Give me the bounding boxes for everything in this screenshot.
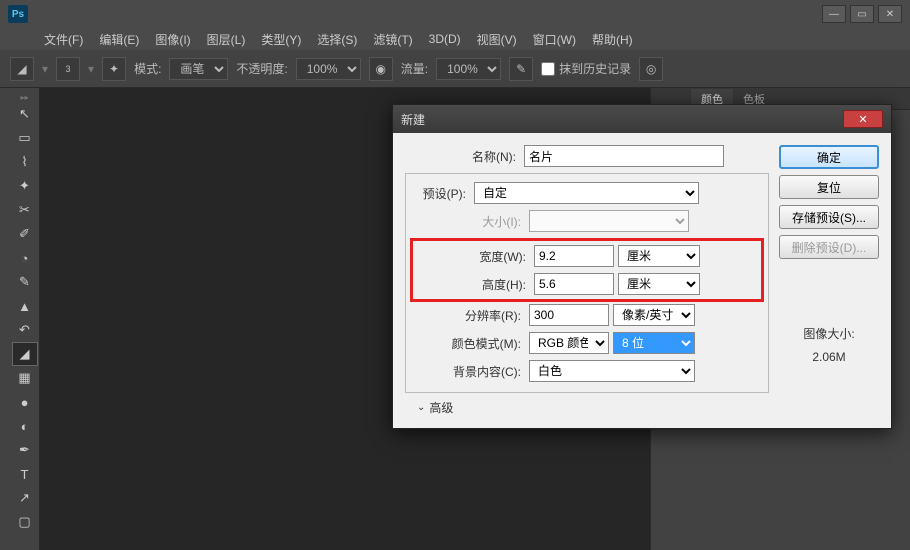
mode-select[interactable]: 画笔 xyxy=(169,58,228,80)
dodge-tool[interactable]: ◐ xyxy=(12,414,38,438)
background-select[interactable]: 白色 xyxy=(529,360,695,382)
blur-tool[interactable]: ● xyxy=(12,390,38,414)
pressure-opacity-icon[interactable]: ◉ xyxy=(369,57,393,81)
menu-3d[interactable]: 3D(D) xyxy=(423,30,467,48)
gradient-tool[interactable]: ▦ xyxy=(12,366,38,390)
color-mode-select[interactable]: RGB 颜色 xyxy=(529,332,609,354)
brush-panel-icon[interactable]: ✦ xyxy=(102,57,126,81)
menu-image[interactable]: 图像(I) xyxy=(149,29,196,50)
menu-edit[interactable]: 编辑(E) xyxy=(93,29,145,50)
close-button[interactable]: ✕ xyxy=(878,5,902,23)
flow-label: 流量: xyxy=(401,60,428,77)
pressure-size-icon[interactable]: ◎ xyxy=(639,57,663,81)
erase-history-checkbox[interactable] xyxy=(541,62,555,76)
eraser-tool-icon[interactable]: ◢ xyxy=(10,57,34,81)
dialog-title: 新建 xyxy=(401,111,425,128)
menu-type[interactable]: 类型(Y) xyxy=(255,29,307,50)
heal-tool[interactable]: ◔ xyxy=(12,246,38,270)
opacity-label: 不透明度: xyxy=(236,60,287,77)
wand-tool[interactable]: ✦ xyxy=(12,174,38,198)
flow-select[interactable]: 100% xyxy=(436,58,501,80)
dimensions-highlight: 宽度(W): 厘米 高度(H): 厘米 xyxy=(410,238,764,302)
resolution-label: 分辨率(R): xyxy=(410,307,525,324)
dialog-body: 名称(N): 预设(P): 自定 大小(I): 宽度(W): 厘米 xyxy=(393,133,891,428)
crop-tool[interactable]: ✂ xyxy=(12,198,38,222)
name-input[interactable] xyxy=(524,145,724,167)
menu-help[interactable]: 帮助(H) xyxy=(586,29,639,50)
window-controls: — ▭ ✕ xyxy=(822,5,902,23)
advanced-toggle[interactable]: ⌄ 高级 xyxy=(405,399,769,416)
shape-tool[interactable]: ▢ xyxy=(12,510,38,534)
lasso-tool[interactable]: ⌇ xyxy=(12,150,38,174)
marquee-tool[interactable]: ▭ xyxy=(12,126,38,150)
maximize-button[interactable]: ▭ xyxy=(850,5,874,23)
delete-preset-button: 删除预设(D)... xyxy=(779,235,879,259)
menu-view[interactable]: 视图(V) xyxy=(471,29,523,50)
minimize-button[interactable]: — xyxy=(822,5,846,23)
save-preset-button[interactable]: 存储预设(S)... xyxy=(779,205,879,229)
height-label: 高度(H): xyxy=(415,276,530,293)
width-input[interactable] xyxy=(534,245,614,267)
ok-button[interactable]: 确定 xyxy=(779,145,879,169)
image-size-label: 图像大小: xyxy=(779,325,879,342)
menu-select[interactable]: 选择(S) xyxy=(311,29,363,50)
image-size-value: 2.06M xyxy=(779,350,879,364)
tool-strip-left xyxy=(0,88,10,550)
background-label: 背景内容(C): xyxy=(410,363,525,380)
size-label: 大小(I): xyxy=(410,213,525,230)
move-tool[interactable]: ↖ xyxy=(12,102,38,126)
brush-preset-icon[interactable]: 3 xyxy=(56,57,80,81)
type-tool[interactable]: T xyxy=(12,462,38,486)
eraser-tool[interactable]: ◢ xyxy=(12,342,38,366)
menu-bar: 文件(F) 编辑(E) 图像(I) 图层(L) 类型(Y) 选择(S) 滤镜(T… xyxy=(0,28,910,50)
brush-tool[interactable]: ✎ xyxy=(12,270,38,294)
menu-filter[interactable]: 滤镜(T) xyxy=(367,29,418,50)
menu-file[interactable]: 文件(F) xyxy=(38,29,89,50)
path-tool[interactable]: ↗ xyxy=(12,486,38,510)
pen-tool[interactable]: ✒ xyxy=(12,438,38,462)
chevron-down-icon: ⌄ xyxy=(417,402,425,413)
size-select xyxy=(529,210,689,232)
title-bar: Ps — ▭ ✕ xyxy=(0,0,910,28)
app-logo: Ps xyxy=(8,5,28,23)
toolbar-grip[interactable]: ▸▸ xyxy=(10,92,39,102)
erase-history-label: 抹到历史记录 xyxy=(559,60,631,77)
width-unit-select[interactable]: 厘米 xyxy=(618,245,700,267)
image-size-info: 图像大小: 2.06M xyxy=(779,325,879,364)
options-bar: ◢ ▾ 3 ▾ ✦ 模式: 画笔 不透明度: 100% ◉ 流量: 100% ✎… xyxy=(0,50,910,88)
toolbar: ▸▸ ↖ ▭ ⌇ ✦ ✂ ✐ ◔ ✎ ▲ ↶ ◢ ▦ ● ◐ ✒ T ↗ ▢ xyxy=(10,88,40,550)
width-label: 宽度(W): xyxy=(415,248,530,265)
bit-depth-select[interactable]: 8 位 xyxy=(613,332,695,354)
color-mode-label: 颜色模式(M): xyxy=(410,335,525,352)
opacity-select[interactable]: 100% xyxy=(296,58,361,80)
mode-label: 模式: xyxy=(134,60,161,77)
cancel-button[interactable]: 复位 xyxy=(779,175,879,199)
stamp-tool[interactable]: ▲ xyxy=(12,294,38,318)
menu-layer[interactable]: 图层(L) xyxy=(201,29,252,50)
name-label: 名称(N): xyxy=(405,148,520,165)
history-brush-tool[interactable]: ↶ xyxy=(12,318,38,342)
resolution-unit-select[interactable]: 像素/英寸 xyxy=(613,304,695,326)
dialog-title-bar[interactable]: 新建 ✕ xyxy=(393,105,891,133)
dialog-form: 名称(N): 预设(P): 自定 大小(I): 宽度(W): 厘米 xyxy=(405,145,769,416)
dialog-buttons: 确定 复位 存储预设(S)... 删除预设(D)... 图像大小: 2.06M xyxy=(779,145,879,416)
airbrush-icon[interactable]: ✎ xyxy=(509,57,533,81)
eyedropper-tool[interactable]: ✐ xyxy=(12,222,38,246)
height-unit-select[interactable]: 厘米 xyxy=(618,273,700,295)
dialog-close-button[interactable]: ✕ xyxy=(843,110,883,128)
height-input[interactable] xyxy=(534,273,614,295)
erase-history-option[interactable]: 抹到历史记录 xyxy=(541,60,631,77)
advanced-label: 高级 xyxy=(429,399,453,416)
new-document-dialog: 新建 ✕ 名称(N): 预设(P): 自定 大小(I): 宽度(W): xyxy=(392,104,892,429)
resolution-input[interactable] xyxy=(529,304,609,326)
preset-label: 预设(P): xyxy=(410,185,470,202)
menu-window[interactable]: 窗口(W) xyxy=(527,29,582,50)
preset-select[interactable]: 自定 xyxy=(474,182,699,204)
